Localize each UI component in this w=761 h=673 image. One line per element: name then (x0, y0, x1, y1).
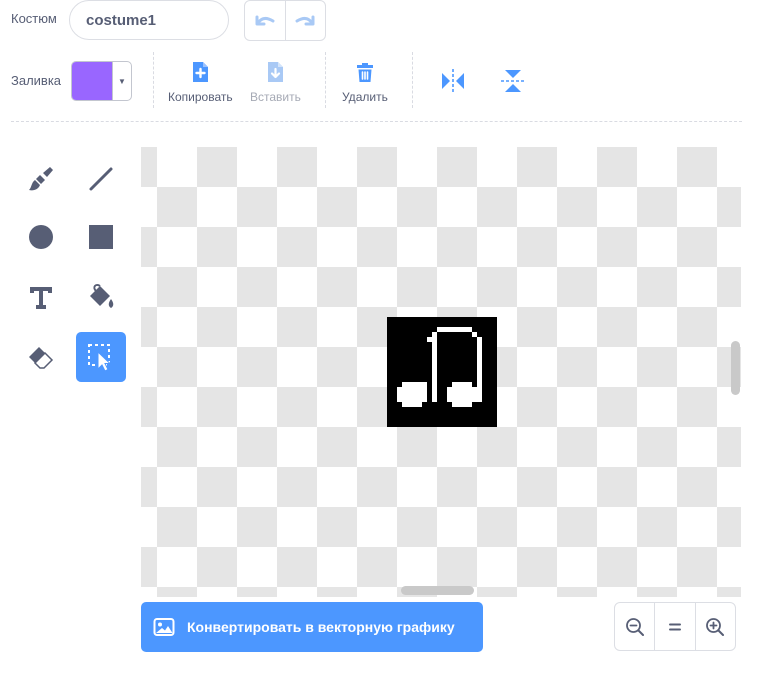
divider (153, 52, 154, 108)
zoom-out-icon (625, 617, 644, 636)
flip-horizontal-button[interactable] (440, 68, 466, 94)
trash-icon (356, 63, 373, 82)
eraser-icon (29, 347, 54, 369)
brush-icon (29, 167, 53, 191)
brush-tool[interactable] (16, 154, 66, 204)
undo-redo-group (244, 0, 326, 41)
eraser-tool[interactable] (16, 332, 66, 382)
copy-button[interactable]: Копировать (168, 60, 233, 104)
copy-icon (193, 62, 209, 82)
zoom-reset-button[interactable] (654, 603, 694, 650)
costume-label: Костюм (11, 11, 57, 26)
paste-button[interactable]: Вставить (250, 60, 301, 104)
paste-icon (268, 62, 284, 82)
text-icon (30, 287, 52, 309)
delete-button[interactable]: Удалить (342, 60, 388, 104)
fill-tool[interactable] (76, 272, 126, 322)
rectangle-icon (89, 225, 113, 249)
circle-tool[interactable] (16, 212, 66, 262)
undo-icon (255, 15, 275, 25)
delete-label: Удалить (342, 90, 388, 104)
horizontal-scrollbar[interactable] (401, 586, 474, 595)
fill-color-swatch (72, 62, 112, 100)
paint-canvas[interactable] (141, 147, 741, 597)
paste-label: Вставить (250, 90, 301, 104)
circle-icon (29, 225, 53, 249)
redo-button[interactable] (284, 1, 326, 40)
copy-label: Копировать (168, 90, 233, 104)
divider (412, 52, 413, 108)
text-tool[interactable] (16, 272, 66, 322)
image-icon (153, 618, 175, 636)
flip-vertical-button[interactable] (500, 68, 526, 94)
convert-to-vector-button[interactable]: Конвертировать в векторную графику (141, 602, 483, 652)
zoom-controls (614, 602, 736, 651)
redo-icon (295, 15, 315, 25)
undo-button[interactable] (245, 1, 285, 40)
line-tool[interactable] (76, 154, 126, 204)
line-icon (89, 167, 113, 191)
caret-down-icon: ▼ (112, 62, 131, 100)
rectangle-tool[interactable] (76, 212, 126, 262)
music-note-sprite (387, 317, 497, 427)
select-tool[interactable] (76, 332, 126, 382)
zoom-in-icon (706, 617, 725, 636)
vertical-scrollbar[interactable] (731, 341, 740, 395)
zoom-in-button[interactable] (694, 603, 735, 650)
zoom-out-button[interactable] (615, 603, 654, 650)
fill-bucket-icon (90, 283, 114, 308)
toolbar-divider (11, 121, 742, 122)
fill-color-picker[interactable]: ▼ (71, 61, 132, 101)
divider (325, 52, 326, 108)
costume-name-input[interactable] (69, 0, 229, 40)
select-icon (88, 344, 112, 372)
fill-label: Заливка (11, 73, 62, 88)
equals-icon (668, 623, 681, 630)
convert-label: Конвертировать в векторную графику (187, 619, 455, 635)
